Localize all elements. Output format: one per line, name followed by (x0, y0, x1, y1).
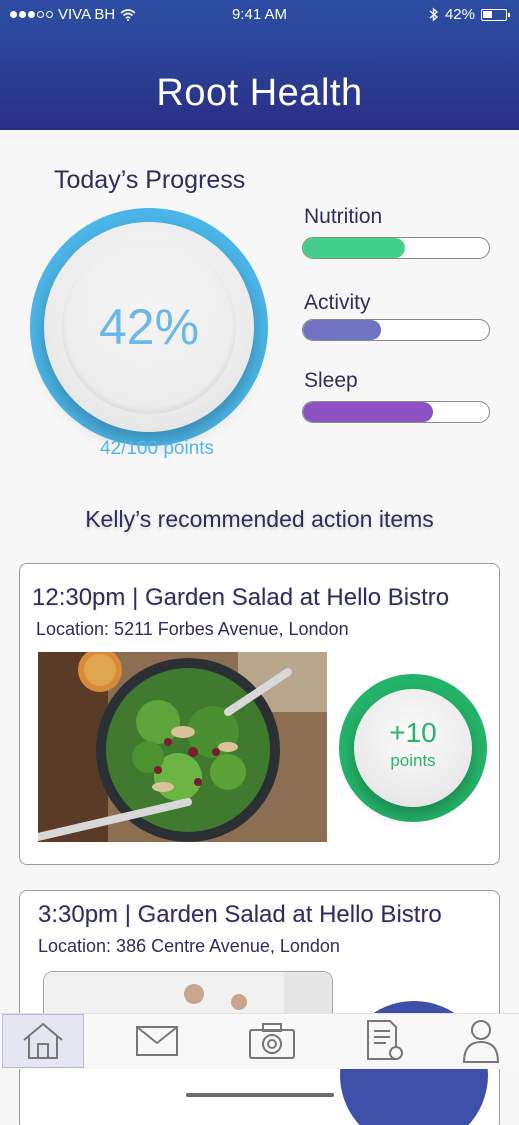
salad-image (38, 652, 327, 842)
progress-ring: 42% (30, 208, 268, 446)
activity-bar-fill (303, 320, 382, 340)
battery-percent: 42% (444, 6, 475, 23)
points-badge-inner: +10 points (354, 689, 472, 807)
points-badge-value: +10 (389, 717, 437, 748)
document-icon (367, 1020, 403, 1060)
profile-icon (462, 1020, 500, 1063)
nutrition-bar (302, 237, 490, 259)
progress-ring-inner: 42% (44, 222, 254, 432)
sleep-label: Sleep (304, 369, 358, 392)
points-badge: +10 points (339, 674, 487, 822)
home-indicator (186, 1093, 334, 1097)
action-item-location: Location: 5211 Forbes Avenue, London (36, 619, 349, 639)
points-badge-unit: points (390, 751, 436, 770)
action-item-title: 3:30pm | Garden Salad at Hello Bistro (38, 901, 442, 928)
battery-fill (483, 10, 492, 18)
activity-bar (302, 319, 490, 341)
recommendations-title: Kelly’s recommended action items (85, 506, 434, 532)
progress-title: Today’s Progress (54, 166, 246, 194)
progress-points: 42/100 points (99, 438, 215, 459)
tab-bar (0, 1013, 519, 1069)
camera-icon (249, 1023, 295, 1059)
status-bar: VIVA BH 9:41 AM 42% (0, 0, 519, 30)
tab-home[interactable] (2, 1014, 84, 1068)
nutrition-label: Nutrition (304, 205, 383, 228)
sleep-bar-fill (303, 402, 434, 422)
tab-profile[interactable] (440, 1014, 519, 1068)
app-title: Root Health (156, 72, 363, 114)
progress-percent: 42% (98, 299, 200, 355)
action-item-card[interactable]: 12:30pm | Garden Salad at Hello Bistro L… (19, 563, 500, 865)
action-item-location: Location: 386 Centre Avenue, London (38, 936, 340, 956)
sleep-bar (302, 401, 490, 423)
action-item-card[interactable]: 3:30pm | Garden Salad at Hello Bistro Lo… (19, 890, 500, 1125)
activity-label: Activity (304, 291, 371, 314)
progress-ring-core: 42% (62, 240, 236, 414)
mail-icon (136, 1026, 178, 1056)
tab-messages[interactable] (116, 1014, 198, 1068)
nutrition-bar-fill (303, 238, 406, 258)
tab-records[interactable] (344, 1014, 426, 1068)
battery-icon (481, 8, 510, 21)
bluetooth-icon (429, 7, 439, 22)
status-right: 42% (429, 6, 510, 23)
app-header: VIVA BH 9:41 AM 42% Root Health (0, 0, 519, 130)
home-icon (23, 1022, 63, 1059)
tab-camera[interactable] (231, 1014, 313, 1068)
action-item-title: 12:30pm | Garden Salad at Hello Bistro (32, 584, 450, 611)
